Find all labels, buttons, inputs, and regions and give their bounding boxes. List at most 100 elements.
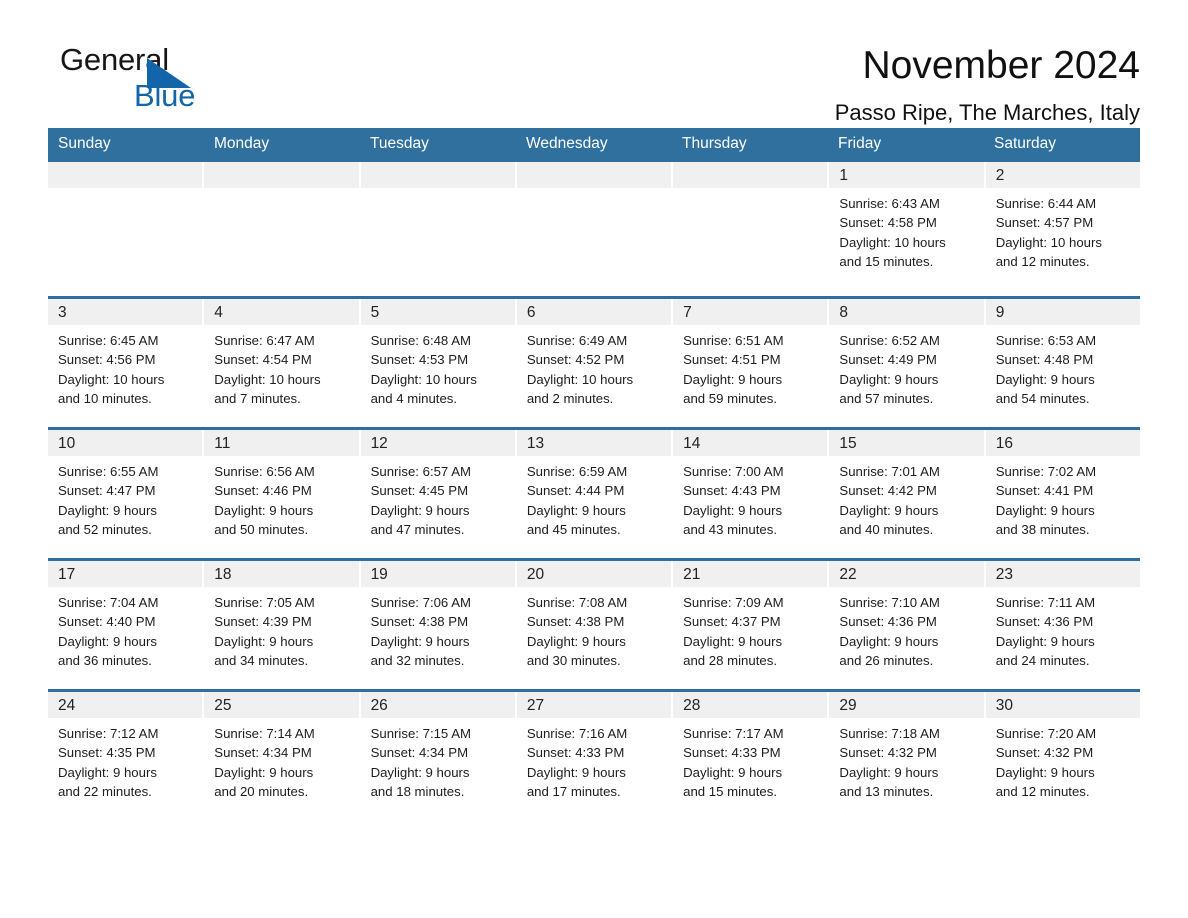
- day-details: Sunrise: 7:06 AM Sunset: 4:38 PM Dayligh…: [370, 594, 471, 669]
- day-cell[interactable]: [516, 161, 672, 296]
- day-number: 19: [360, 560, 515, 587]
- day-number: [48, 161, 203, 188]
- day-details: Sunrise: 6:48 AM Sunset: 4:53 PM Dayligh…: [370, 332, 477, 407]
- day-number: 22: [829, 560, 984, 587]
- day-number: 9: [985, 298, 1140, 325]
- day-details: Sunrise: 6:59 AM Sunset: 4:44 PM Dayligh…: [526, 463, 628, 538]
- day-number: [516, 161, 672, 188]
- day-cell[interactable]: 13 Sunrise: 6:59 AM Sunset: 4:44 PM Dayli…: [516, 429, 672, 558]
- day-details: Sunrise: 7:05 AM Sunset: 4:39 PM Dayligh…: [214, 594, 315, 669]
- day-number: 17: [48, 560, 203, 587]
- day-details: Sunrise: 6:55 AM Sunset: 4:47 PM Dayligh…: [58, 463, 159, 538]
- week-row: 3 Sunrise: 6:45 AM Sunset: 4:56 PM Daylig…: [48, 295, 1140, 427]
- day-cell[interactable]: 27 Sunrise: 7:16 AM Sunset: 4:33 PM Dayli…: [516, 691, 672, 820]
- day-number: 10: [48, 429, 203, 456]
- day-number: 25: [204, 691, 359, 718]
- day-details: Sunrise: 6:47 AM Sunset: 4:54 PM Dayligh…: [214, 332, 321, 407]
- day-cell[interactable]: 29 Sunrise: 7:18 AM Sunset: 4:32 PM Dayli…: [829, 691, 984, 820]
- day-details: Sunrise: 7:01 AM Sunset: 4:42 PM Dayligh…: [839, 463, 940, 538]
- day-cell[interactable]: 15 Sunrise: 7:01 AM Sunset: 4:42 PM Dayli…: [829, 429, 984, 558]
- day-number: 24: [48, 691, 203, 718]
- day-number: 23: [985, 560, 1140, 587]
- week-row: 17 Sunrise: 7:04 AM Sunset: 4:40 PM Dayli…: [48, 557, 1140, 689]
- logo-triangle-icon: [147, 58, 191, 88]
- day-number: 5: [360, 298, 515, 325]
- day-details: Sunrise: 6:45 AM Sunset: 4:56 PM Dayligh…: [58, 332, 165, 407]
- day-cell[interactable]: 18 Sunrise: 7:05 AM Sunset: 4:39 PM Dayli…: [204, 560, 359, 689]
- day-cell[interactable]: 6 Sunrise: 6:49 AM Sunset: 4:52 PM Daylig…: [516, 298, 672, 427]
- day-details: Sunrise: 6:49 AM Sunset: 4:52 PM Dayligh…: [526, 332, 634, 407]
- day-cell[interactable]: 12 Sunrise: 6:57 AM Sunset: 4:45 PM Dayli…: [360, 429, 515, 558]
- day-number: 7: [673, 298, 828, 325]
- day-number: 27: [516, 691, 672, 718]
- day-cell[interactable]: 19 Sunrise: 7:06 AM Sunset: 4:38 PM Dayli…: [360, 560, 515, 689]
- day-details: Sunrise: 7:18 AM Sunset: 4:32 PM Dayligh…: [839, 725, 940, 800]
- day-cell[interactable]: 1 Sunrise: 6:43 AM Sunset: 4:58 PM Daylig…: [829, 161, 984, 296]
- day-cell[interactable]: 10 Sunrise: 6:55 AM Sunset: 4:47 PM Dayli…: [48, 429, 203, 558]
- week-row: 1 Sunrise: 6:43 AM Sunset: 4:58 PM Daylig…: [48, 161, 1140, 296]
- day-cell[interactable]: 3 Sunrise: 6:45 AM Sunset: 4:56 PM Daylig…: [48, 298, 203, 427]
- day-cell[interactable]: 23 Sunrise: 7:11 AM Sunset: 4:36 PM Dayli…: [985, 560, 1140, 689]
- day-cell[interactable]: 26 Sunrise: 7:15 AM Sunset: 4:34 PM Dayli…: [360, 691, 515, 820]
- day-cell[interactable]: 28 Sunrise: 7:17 AM Sunset: 4:33 PM Dayli…: [673, 691, 828, 820]
- weekday-friday: Friday: [838, 135, 882, 152]
- day-cell[interactable]: 7 Sunrise: 6:51 AM Sunset: 4:51 PM Daylig…: [673, 298, 828, 427]
- day-number: 12: [360, 429, 515, 456]
- day-cell[interactable]: 30 Sunrise: 7:20 AM Sunset: 4:32 PM Dayli…: [985, 691, 1140, 820]
- day-cell[interactable]: 2 Sunrise: 6:44 AM Sunset: 4:57 PM Daylig…: [985, 161, 1140, 296]
- title-block: November 2024 Passo Ripe, The Marches, I…: [835, 44, 1140, 125]
- day-number: 2: [985, 161, 1140, 188]
- day-details: Sunrise: 7:09 AM Sunset: 4:37 PM Dayligh…: [683, 594, 784, 669]
- day-cell[interactable]: 9 Sunrise: 6:53 AM Sunset: 4:48 PM Daylig…: [985, 298, 1140, 427]
- day-cell[interactable]: 4 Sunrise: 6:47 AM Sunset: 4:54 PM Daylig…: [204, 298, 359, 427]
- day-details: Sunrise: 7:12 AM Sunset: 4:35 PM Dayligh…: [58, 725, 159, 800]
- day-cell[interactable]: 25 Sunrise: 7:14 AM Sunset: 4:34 PM Dayli…: [204, 691, 359, 820]
- day-number: 29: [829, 691, 984, 718]
- day-number: 30: [985, 691, 1140, 718]
- day-cell[interactable]: 22 Sunrise: 7:10 AM Sunset: 4:36 PM Dayli…: [829, 560, 984, 689]
- day-details: Sunrise: 7:14 AM Sunset: 4:34 PM Dayligh…: [214, 725, 315, 800]
- day-details: Sunrise: 7:17 AM Sunset: 4:33 PM Dayligh…: [683, 725, 784, 800]
- weekday-header-row: Sunday Monday Tuesday Wednesday Thursday…: [48, 128, 1140, 162]
- calendar-grid: Sunday Monday Tuesday Wednesday Thursday…: [48, 128, 1140, 820]
- day-number: [204, 161, 359, 188]
- day-cell[interactable]: 8 Sunrise: 6:52 AM Sunset: 4:49 PM Daylig…: [829, 298, 984, 427]
- day-cell[interactable]: 11 Sunrise: 6:56 AM Sunset: 4:46 PM Dayli…: [204, 429, 359, 558]
- day-number: 8: [829, 298, 984, 325]
- day-number: 21: [673, 560, 828, 587]
- day-number: 11: [204, 429, 359, 456]
- weekday-sunday: Sunday: [58, 135, 111, 152]
- day-details: Sunrise: 6:51 AM Sunset: 4:51 PM Dayligh…: [683, 332, 784, 407]
- location-subtitle: Passo Ripe, The Marches, Italy: [834, 99, 1140, 125]
- day-details: Sunrise: 7:15 AM Sunset: 4:34 PM Dayligh…: [370, 725, 471, 800]
- day-cell[interactable]: [360, 161, 515, 296]
- weekday-monday: Monday: [214, 135, 270, 152]
- day-cell[interactable]: 16 Sunrise: 7:02 AM Sunset: 4:41 PM Dayli…: [985, 429, 1140, 558]
- day-cell[interactable]: [48, 161, 203, 296]
- day-number: 28: [673, 691, 828, 718]
- weekday-wednesday: Wednesday: [526, 135, 608, 152]
- day-cell[interactable]: 5 Sunrise: 6:48 AM Sunset: 4:53 PM Daylig…: [360, 298, 515, 427]
- day-cell[interactable]: [673, 161, 828, 296]
- day-number: 15: [829, 429, 984, 456]
- day-cell[interactable]: 20 Sunrise: 7:08 AM Sunset: 4:38 PM Dayli…: [516, 560, 672, 689]
- day-number: 18: [204, 560, 359, 587]
- day-cell[interactable]: [204, 161, 359, 296]
- day-details: Sunrise: 7:02 AM Sunset: 4:41 PM Dayligh…: [995, 463, 1097, 538]
- week-row: 10 Sunrise: 6:55 AM Sunset: 4:47 PM Dayli…: [48, 426, 1140, 558]
- day-details: Sunrise: 6:52 AM Sunset: 4:49 PM Dayligh…: [839, 332, 940, 407]
- day-number: 3: [48, 298, 203, 325]
- day-cell[interactable]: 24 Sunrise: 7:12 AM Sunset: 4:35 PM Dayli…: [48, 691, 203, 820]
- calendar-page: General Blue November 2024 Passo Ripe, T…: [0, 0, 1188, 918]
- day-cell[interactable]: 14 Sunrise: 7:00 AM Sunset: 4:43 PM Dayli…: [673, 429, 828, 558]
- general-blue-logo[interactable]: General Blue: [48, 44, 248, 122]
- day-details: Sunrise: 7:08 AM Sunset: 4:38 PM Dayligh…: [526, 594, 628, 669]
- day-number: [360, 161, 515, 188]
- page-title: November 2024: [862, 44, 1141, 87]
- weekday-saturday: Saturday: [994, 135, 1057, 152]
- day-number: 1: [829, 161, 984, 188]
- day-details: Sunrise: 6:56 AM Sunset: 4:46 PM Dayligh…: [214, 463, 315, 538]
- day-cell[interactable]: 21 Sunrise: 7:09 AM Sunset: 4:37 PM Dayli…: [673, 560, 828, 689]
- day-cell[interactable]: 17 Sunrise: 7:04 AM Sunset: 4:40 PM Dayli…: [48, 560, 203, 689]
- day-number: 16: [985, 429, 1140, 456]
